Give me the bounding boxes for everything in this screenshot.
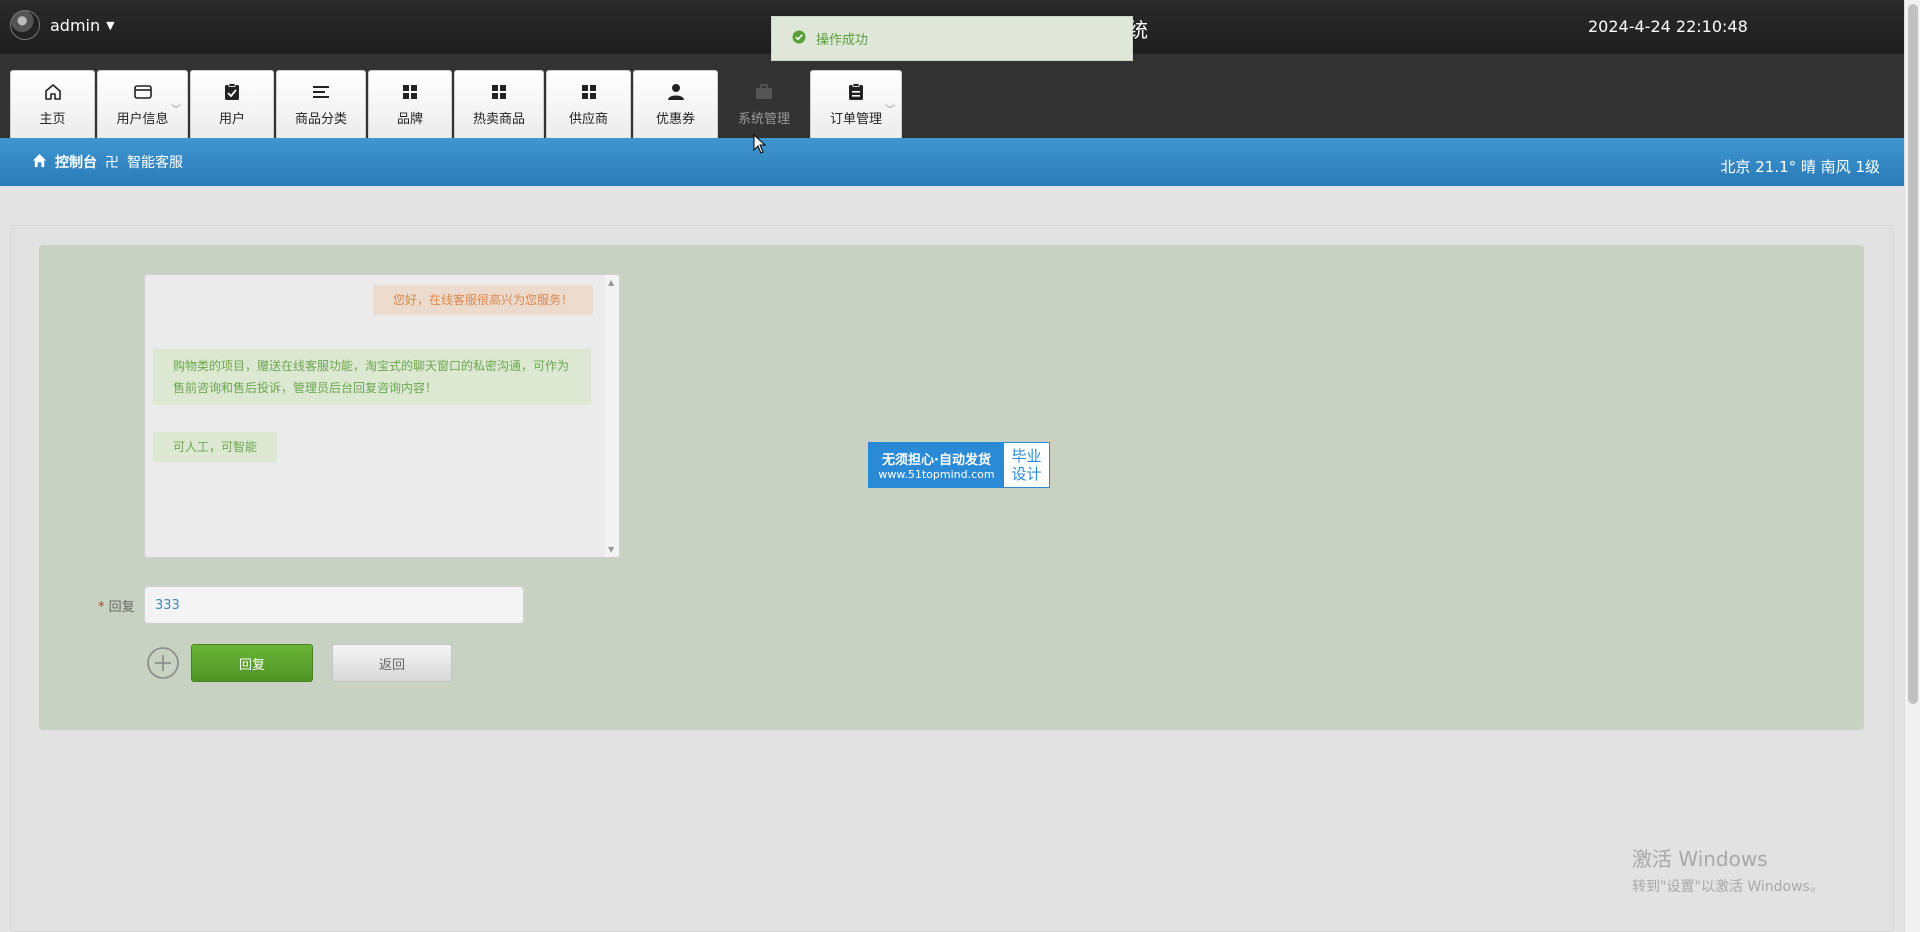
windows-activation-title: 激活 Windows xyxy=(1632,847,1768,871)
breadcrumb-separator: 卍 xyxy=(105,155,119,171)
nav-item-category[interactable]: 商品分类 xyxy=(276,70,366,138)
page-scrollbar-thumb[interactable] xyxy=(1908,4,1918,704)
breadcrumb-bar: 控制台 卍 智能客服 北京 21.1° 晴 南风 1级 xyxy=(0,138,1904,186)
mouse-cursor-icon xyxy=(753,133,767,158)
nav-item-label: 主页 xyxy=(39,112,66,127)
chat-message-service: 您好，在线客服很高兴为您服务！ xyxy=(372,285,593,315)
nav-item-brand[interactable]: 品牌 xyxy=(368,70,452,138)
watermark-right1: 毕业 xyxy=(1011,447,1042,465)
nav-item-label: 系统管理 xyxy=(737,111,790,127)
nav-item-supplier[interactable]: 供应商 xyxy=(546,70,631,138)
chat-message-user: 购物类的项目，赠送在线客服功能，淘宝式的聊天窗口的私密沟通，可作为售前咨询和售后… xyxy=(153,349,591,405)
nav-item-label: 订单管理 xyxy=(829,112,882,127)
reply-button[interactable]: 回复 xyxy=(191,644,313,682)
add-circle-icon[interactable] xyxy=(146,646,180,684)
person-icon xyxy=(667,82,685,102)
list-icon xyxy=(312,82,330,102)
nav-item-label: 优惠券 xyxy=(655,112,695,127)
nav-item-label: 品牌 xyxy=(396,112,423,127)
nav-item-home[interactable]: 主页 xyxy=(10,70,95,138)
chat-message-user: 可人工，可智能 xyxy=(153,432,278,462)
reply-input[interactable] xyxy=(144,586,524,624)
breadcrumb-home[interactable]: 控制台 xyxy=(55,152,97,172)
nav-item-hot-products[interactable]: 热卖商品 xyxy=(454,70,544,138)
datetime: 2024-4-24 22:10:48 xyxy=(1588,17,1748,36)
nav-item-label: 商品分类 xyxy=(294,112,347,127)
watermark-badge: 无须担心·自动发货 www.51topmind.com 毕业 设计 xyxy=(868,442,1050,488)
reply-label: * 回复 xyxy=(98,596,135,615)
nav-item-coupon[interactable]: 优惠券 xyxy=(633,70,718,138)
nav-item-label: 用户 xyxy=(218,112,245,127)
clipboard-check-icon xyxy=(224,82,240,102)
nav-item-label: 供应商 xyxy=(568,112,608,127)
watermark-line2: www.51topmind.com xyxy=(878,468,995,481)
breadcrumb: 控制台 卍 智能客服 xyxy=(32,152,183,172)
chat-window[interactable]: 您好，在线客服很高兴为您服务！ 购物类的项目，赠送在线客服功能，淘宝式的聊天窗口… xyxy=(144,274,620,558)
caret-down-icon[interactable]: ▼ xyxy=(106,19,114,32)
home-icon xyxy=(43,82,63,102)
user-menu[interactable]: admin ▼ xyxy=(10,10,115,40)
watermark-left: 无须担心·自动发货 www.51topmind.com xyxy=(869,443,1004,487)
check-circle-icon xyxy=(792,30,806,48)
toast-message: 操作成功 xyxy=(816,33,869,48)
windows-activation-notice: 激活 Windows 转到"设置"以激活 Windows。 xyxy=(1632,843,1824,896)
chat-scrollbar[interactable]: ▲ ▼ xyxy=(605,275,619,557)
success-toast: 操作成功 xyxy=(771,16,1133,61)
avatar[interactable] xyxy=(10,10,40,40)
chevron-down-icon: ﹀ xyxy=(171,105,181,116)
briefcase-icon xyxy=(755,82,773,102)
nav-item-orders[interactable]: 订单管理 ﹀ xyxy=(810,70,902,138)
username[interactable]: admin xyxy=(50,16,100,35)
nav-item-label: 热卖商品 xyxy=(472,112,525,127)
main-nav: 主页 用户信息 ﹀ 用户 商品分类 品牌 热卖商品 供应商 优惠券 系统管理 订… xyxy=(0,54,1904,138)
page-scrollbar[interactable] xyxy=(1904,0,1920,932)
chevron-down-icon: ﹀ xyxy=(885,105,895,116)
watermark-right2: 设计 xyxy=(1011,465,1042,483)
back-button[interactable]: 返回 xyxy=(332,644,452,682)
home-icon[interactable] xyxy=(32,153,47,172)
nav-item-user-info[interactable]: 用户信息 ﹀ xyxy=(97,70,188,138)
grid-icon xyxy=(581,82,597,102)
nav-item-users[interactable]: 用户 xyxy=(190,70,274,138)
grid-icon xyxy=(402,82,418,102)
wallet-icon xyxy=(133,82,153,102)
clipboard-icon xyxy=(848,82,864,102)
nav-item-system[interactable]: 系统管理 xyxy=(720,70,808,138)
grid-icon xyxy=(491,82,507,102)
breadcrumb-current: 智能客服 xyxy=(127,155,183,171)
watermark-line1: 无须担心·自动发货 xyxy=(882,453,991,468)
windows-activation-hint: 转到"设置"以激活 Windows。 xyxy=(1632,879,1824,895)
required-mark: * xyxy=(98,600,105,615)
reply-label-text: 回复 xyxy=(108,600,135,615)
watermark-right: 毕业 设计 xyxy=(1004,443,1049,487)
scroll-up-icon[interactable]: ▲ xyxy=(608,278,614,287)
weather-info: 北京 21.1° 晴 南风 1级 xyxy=(1720,158,1880,176)
scroll-down-icon[interactable]: ▼ xyxy=(608,545,614,554)
nav-item-label: 用户信息 xyxy=(116,112,169,127)
